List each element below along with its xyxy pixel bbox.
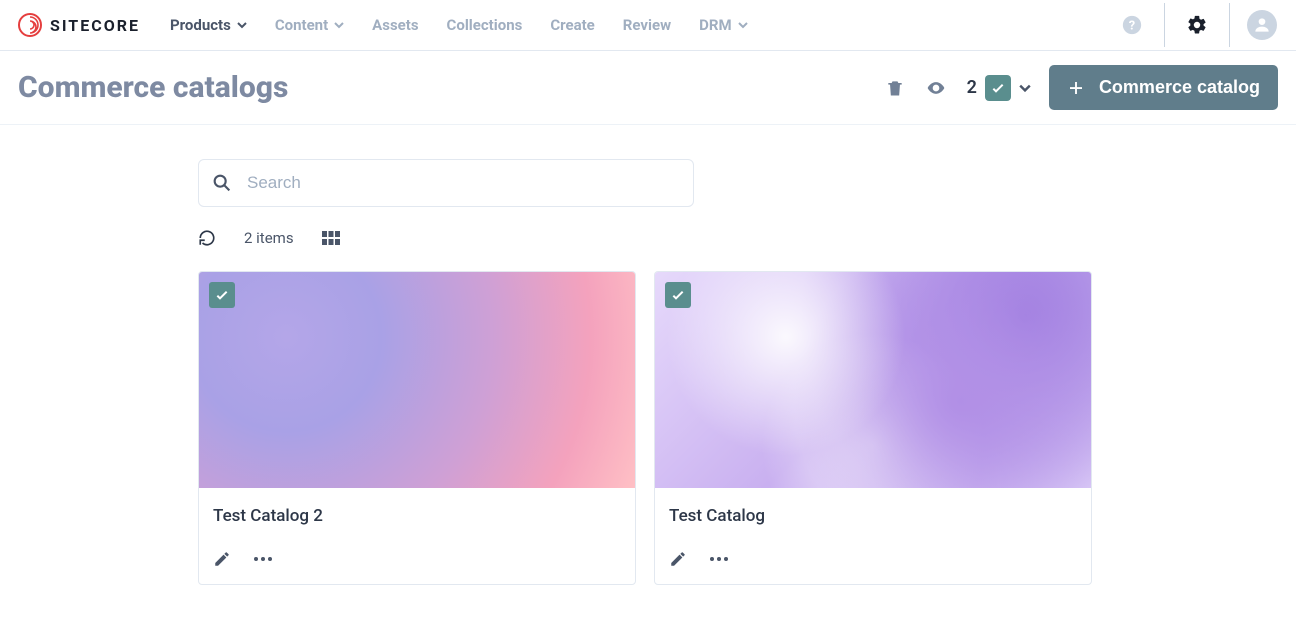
nav-label: DRM [699, 16, 732, 34]
card-selected-checkbox[interactable] [665, 282, 691, 308]
catalog-card[interactable]: Test Catalog [654, 271, 1092, 585]
nav-item-review[interactable]: Review [623, 16, 671, 34]
chevron-down-icon [334, 20, 344, 30]
more-button[interactable] [709, 556, 729, 562]
nav-item-assets[interactable]: Assets [372, 16, 418, 34]
card-grid: Test Catalog 2 [198, 271, 1098, 585]
divider [1164, 3, 1165, 47]
catalog-card[interactable]: Test Catalog 2 [198, 271, 636, 585]
card-actions [213, 550, 621, 574]
grid-view-button[interactable] [322, 231, 340, 245]
nav-item-collections[interactable]: Collections [447, 16, 523, 34]
brand[interactable]: SITECORE [18, 13, 140, 37]
chevron-down-icon [738, 20, 748, 30]
card-body: Test Catalog 2 [199, 488, 635, 584]
select-all-checkbox[interactable] [985, 75, 1011, 101]
nav-label: Assets [372, 16, 418, 34]
nav-label: Create [550, 16, 594, 34]
nav-label: Products [170, 16, 231, 34]
search-box[interactable] [198, 159, 694, 207]
user-menu-button[interactable] [1246, 9, 1278, 41]
avatar-icon [1247, 10, 1277, 40]
delete-button[interactable] [885, 77, 905, 99]
content: 2 items Test Catalog 2 [188, 159, 1108, 585]
create-commerce-catalog-button[interactable]: Commerce catalog [1049, 65, 1278, 110]
preview-button[interactable] [923, 78, 949, 98]
card-selected-checkbox[interactable] [209, 282, 235, 308]
button-label: Commerce catalog [1099, 77, 1260, 98]
item-count: 2 items [244, 229, 294, 247]
card-thumbnail [199, 272, 635, 488]
brand-logo-icon [18, 13, 42, 37]
eye-icon [923, 78, 949, 98]
nav-right: ? [1116, 3, 1278, 47]
list-toolbar: 2 items [198, 229, 1098, 247]
pencil-icon [669, 550, 687, 568]
help-button[interactable]: ? [1116, 9, 1148, 41]
card-title: Test Catalog 2 [213, 506, 621, 526]
more-horizontal-icon [709, 556, 729, 562]
help-icon: ? [1121, 14, 1143, 36]
top-nav: SITECORE Products Content Assets Collect… [0, 0, 1296, 51]
nav-item-drm[interactable]: DRM [699, 16, 748, 34]
settings-button[interactable] [1181, 9, 1213, 41]
divider [1229, 3, 1230, 47]
card-actions [669, 550, 1077, 574]
selection-count: 2 [967, 77, 977, 98]
nav-item-create[interactable]: Create [550, 16, 594, 34]
pencil-icon [213, 550, 231, 568]
nav-label: Content [275, 16, 328, 34]
edit-button[interactable] [669, 550, 687, 568]
more-button[interactable] [253, 556, 273, 562]
grid-icon [322, 231, 340, 245]
selection-control[interactable]: 2 [967, 75, 1031, 101]
card-title: Test Catalog [669, 506, 1077, 526]
card-body: Test Catalog [655, 488, 1091, 584]
search-input[interactable] [245, 172, 681, 194]
chevron-down-icon[interactable] [1019, 82, 1031, 94]
more-horizontal-icon [253, 556, 273, 562]
page-title: Commerce catalogs [18, 70, 288, 105]
gear-icon [1186, 14, 1208, 36]
plus-icon [1067, 79, 1085, 97]
refresh-button[interactable] [198, 229, 216, 247]
search-icon [211, 172, 233, 194]
trash-icon [885, 77, 905, 99]
subheader: Commerce catalogs 2 Commerce catalo [0, 51, 1296, 125]
nav-item-products[interactable]: Products [170, 16, 247, 34]
nav-label: Collections [447, 16, 523, 34]
refresh-icon [198, 229, 216, 247]
page-actions: 2 Commerce catalog [885, 65, 1278, 110]
svg-text:?: ? [1129, 19, 1135, 34]
brand-name: SITECORE [50, 16, 140, 35]
card-thumbnail [655, 272, 1091, 488]
nav-label: Review [623, 16, 671, 34]
nav-item-content[interactable]: Content [275, 16, 344, 34]
nav-items: Products Content Assets Collections Crea… [170, 16, 1116, 34]
chevron-down-icon [237, 20, 247, 30]
edit-button[interactable] [213, 550, 231, 568]
